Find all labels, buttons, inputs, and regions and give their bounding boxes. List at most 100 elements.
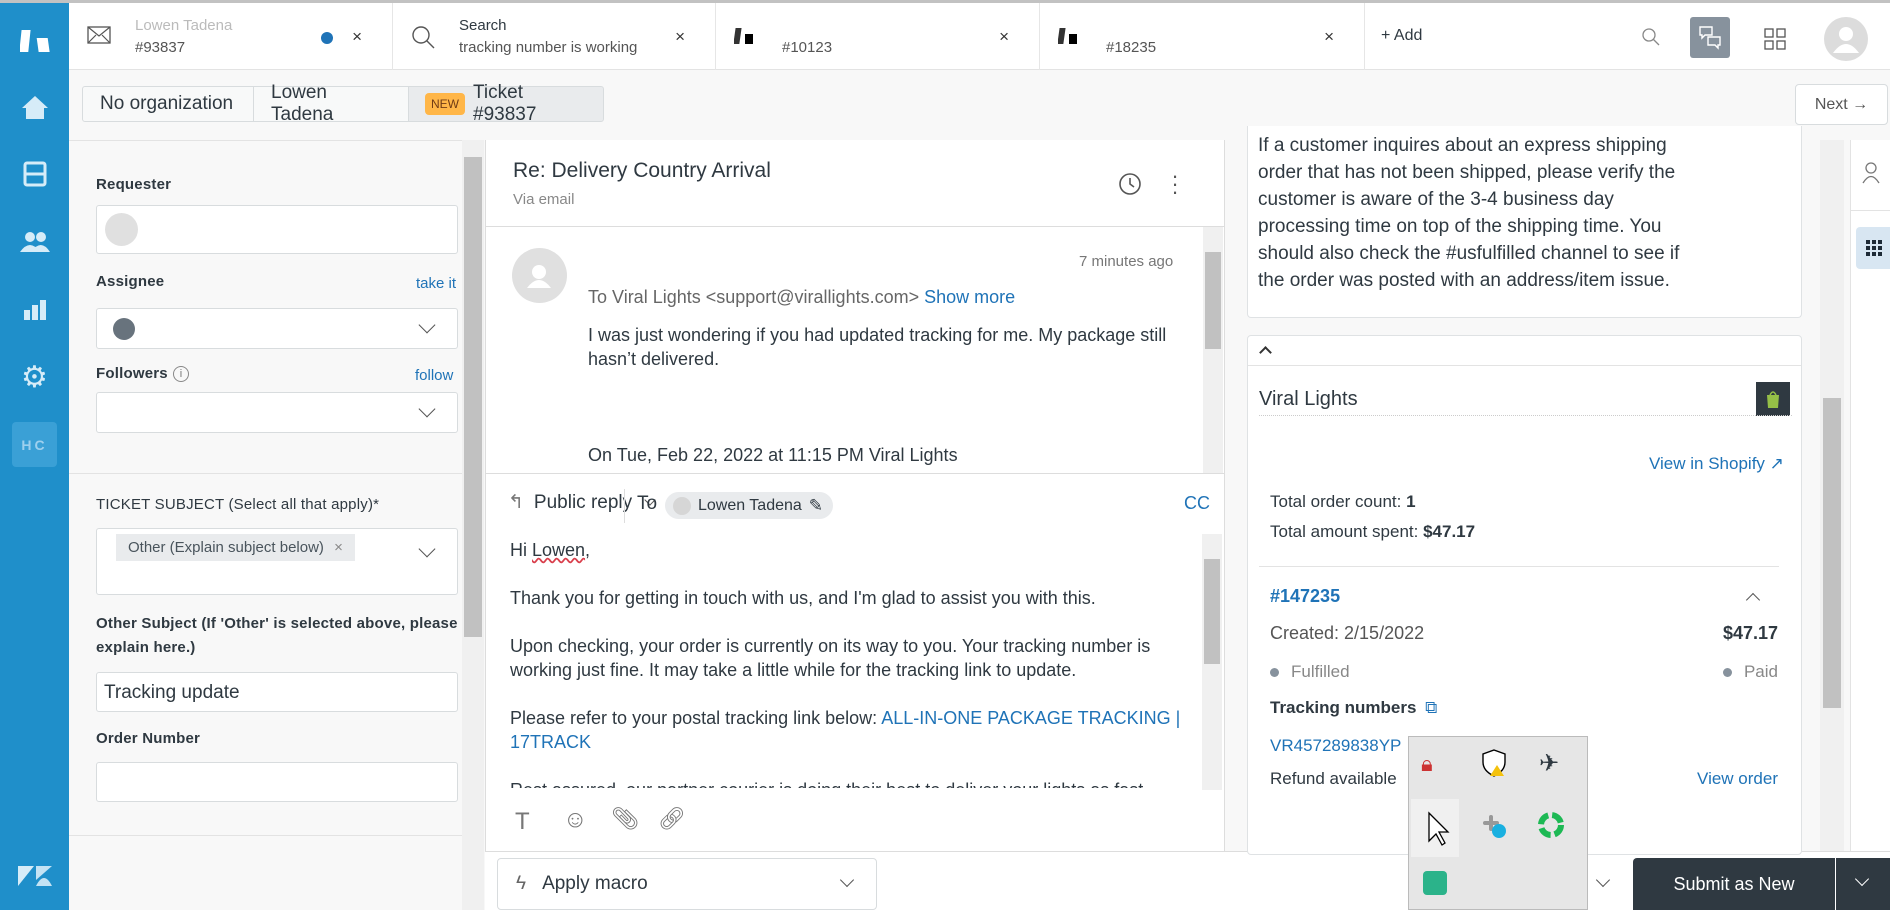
tracking-number-link[interactable]: VR457289838YP <box>1270 736 1401 756</box>
close-tab-icon[interactable]: × <box>1324 27 1334 47</box>
chevron-up-icon[interactable] <box>1745 592 1761 608</box>
screen-app-icon[interactable] <box>1423 871 1447 895</box>
home-icon[interactable] <box>12 84 57 129</box>
reply-paragraph: Rest assured, our partner courier is doi… <box>510 778 1190 788</box>
settings-icon[interactable]: ⚙ <box>12 355 57 400</box>
sync-app-icon[interactable] <box>1536 810 1566 845</box>
requester-field[interactable] <box>96 205 458 254</box>
apps-button[interactable] <box>1856 227 1890 269</box>
close-tab-icon[interactable]: × <box>675 27 685 47</box>
history-icon[interactable] <box>1117 171 1143 202</box>
views-icon[interactable] <box>12 151 57 196</box>
message-body: I was just wondering if you had updated … <box>588 325 1167 369</box>
submit-options-button[interactable] <box>1836 858 1890 910</box>
emoji-icon[interactable]: ☺ <box>563 806 588 834</box>
reporting-icon[interactable] <box>12 287 57 332</box>
store-name: Viral Lights <box>1259 388 1358 410</box>
copy-icon[interactable]: ⧉ <box>1425 698 1437 717</box>
assignee-label: Assignee <box>96 273 165 290</box>
tab-subtitle: #18235 <box>1106 39 1157 56</box>
cc-button[interactable]: CC <box>1184 493 1210 514</box>
submit-as-new-button[interactable]: Submit as New <box>1633 858 1835 910</box>
help-center-button[interactable]: HC <box>12 422 57 467</box>
assignee-dropdown[interactable] <box>96 308 458 349</box>
chevron-down-icon <box>418 400 436 418</box>
follow-link[interactable]: follow <box>415 367 453 384</box>
other-subject-input[interactable]: Tracking update <box>96 672 458 712</box>
order-count: Total order count: 1 <box>1270 492 1416 512</box>
greeting-text: Hi <box>510 540 532 560</box>
more-options-icon[interactable]: · · · <box>1171 165 1179 203</box>
apps-grid-icon[interactable] <box>1764 28 1786 55</box>
recipient-chip[interactable]: Lowen Tadena ✎ <box>665 492 834 519</box>
collapse-icon[interactable] <box>1259 346 1272 359</box>
message-timestamp: 7 minutes ago <box>1079 253 1174 270</box>
apps-grid-icon <box>1865 240 1882 256</box>
zendesk-logo-icon[interactable] <box>12 17 57 62</box>
breadcrumb-ticket[interactable]: NEW Ticket #93837 <box>408 82 604 125</box>
chevron-down-icon <box>1854 871 1870 887</box>
show-more-link[interactable]: Show more <box>924 287 1015 307</box>
payment-label: Paid <box>1743 662 1778 681</box>
customers-icon[interactable] <box>12 219 57 264</box>
next-button[interactable]: Next → <box>1795 84 1888 125</box>
shopify-logo-icon <box>1756 382 1790 416</box>
external-link-icon: ↗ <box>1769 454 1784 473</box>
info-icon[interactable]: i <box>173 366 189 382</box>
tab-ticket-10123[interactable]: #10123 × <box>716 3 1040 70</box>
conversations-button[interactable] <box>1690 17 1730 58</box>
edit-pencil-icon[interactable]: ✎ <box>809 496 823 516</box>
assignee-avatar-icon <box>113 318 135 340</box>
payment-status: Paid <box>1722 662 1778 682</box>
tab-title: Lowen Tadena <box>135 17 233 34</box>
breadcrumb-user[interactable]: Lowen Tadena <box>253 82 409 125</box>
text-format-icon[interactable]: T <box>515 808 530 836</box>
order-number-input[interactable] <box>96 762 458 802</box>
view-in-shopify-link[interactable]: View in Shopify ↗ <box>1649 454 1784 474</box>
airplane-mode-icon[interactable]: ✈︎ <box>1539 749 1559 778</box>
remove-tag-icon[interactable]: × <box>334 539 343 556</box>
tab-subtitle: #93837 <box>135 39 186 56</box>
mail-icon <box>87 25 113 49</box>
reply-mode-dropdown[interactable]: ↰ Public reply <box>508 491 656 514</box>
conversation-scrollbar[interactable] <box>1203 227 1223 473</box>
apply-macro-dropdown[interactable]: ϟ Apply macro <box>497 858 877 910</box>
cursor-app-icon[interactable] <box>1411 799 1459 857</box>
divider <box>1259 566 1779 567</box>
reply-editor[interactable]: Hi Lowen, Thank you for getting in touch… <box>510 538 1190 788</box>
recipient-name: Lowen Tadena <box>698 496 802 514</box>
amount-spent: Total amount spent: $47.17 <box>1270 522 1475 542</box>
right-panel-scrollbar[interactable] <box>1820 140 1844 851</box>
reply-paragraph: Please refer to your postal tracking lin… <box>510 706 1190 754</box>
divider <box>624 489 625 523</box>
breadcrumb-organization[interactable]: No organization <box>82 86 254 122</box>
security-warning-icon[interactable] <box>1481 749 1507 782</box>
close-tab-icon[interactable]: × <box>352 27 362 47</box>
tab-search[interactable]: Search tracking number is working × <box>393 3 716 70</box>
close-tab-icon[interactable]: × <box>999 27 1009 47</box>
status-dot <box>1270 668 1279 677</box>
order-number-link[interactable]: #147235 <box>1270 586 1340 607</box>
zendesk-footer-logo-icon[interactable] <box>12 853 57 898</box>
vpn-lock-icon[interactable]: 🔒︎ <box>1421 751 1433 777</box>
followers-dropdown[interactable] <box>96 392 458 433</box>
search-icon[interactable] <box>1641 27 1661 52</box>
message-recipients: To Viral Lights <support@virallights.com… <box>588 287 1015 308</box>
tab-title: Search <box>459 17 507 34</box>
slack-icon[interactable] <box>1481 813 1507 844</box>
attachment-icon[interactable]: 📎︎ <box>611 806 639 832</box>
user-avatar[interactable] <box>1824 17 1868 61</box>
message-to: To Viral Lights <support@virallights.com… <box>588 287 920 307</box>
ticket-subject-multiselect[interactable]: Other (Explain subject below) × <box>96 528 458 595</box>
add-tab-button[interactable]: + Add <box>1381 27 1422 45</box>
view-order-link[interactable]: View order <box>1697 769 1778 789</box>
tracking-numbers-heading: Tracking numbers ⧉ <box>1270 698 1437 718</box>
user-profile-icon[interactable] <box>1862 162 1880 189</box>
take-it-link[interactable]: take it <box>416 275 456 292</box>
editor-scrollbar[interactable] <box>1202 534 1222 790</box>
tab-ticket-18235[interactable]: #18235 × <box>1040 3 1365 70</box>
tab-ticket-93837[interactable]: Lowen Tadena #93837 × <box>69 3 393 70</box>
divider <box>1851 210 1890 211</box>
left-panel-scrollbar[interactable] <box>462 140 484 910</box>
link-icon[interactable]: 🔗︎ <box>658 806 686 832</box>
